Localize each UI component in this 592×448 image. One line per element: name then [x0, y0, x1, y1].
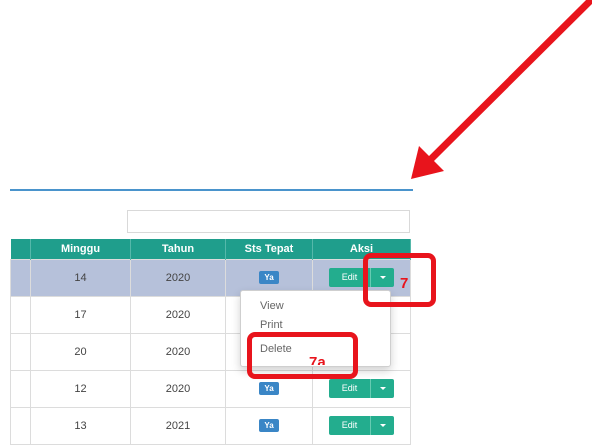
row-blank-cell: [10, 369, 31, 408]
menu-item-print[interactable]: Print: [260, 319, 283, 332]
row-blank-cell: [10, 332, 31, 371]
annotation-step-label: 7: [400, 275, 409, 292]
status-badge: Ya: [259, 419, 279, 432]
caret-down-icon: [380, 424, 386, 427]
section-divider: [10, 189, 413, 191]
row-blank-cell: [10, 406, 31, 445]
table-row: 13 2021 Ya Edit: [10, 406, 411, 445]
tahun-cell: 2020: [130, 369, 226, 408]
search-input[interactable]: [127, 210, 410, 233]
table-header-row: Minggu Tahun Sts Tepat Aksi: [10, 239, 411, 259]
col-header-minggu[interactable]: Minggu: [30, 239, 131, 259]
caret-down-icon: [380, 387, 386, 390]
tahun-cell: 2020: [130, 332, 226, 371]
annotation-arrow-head: [411, 146, 444, 179]
action-button-group: Edit: [329, 416, 394, 435]
status-badge: Ya: [259, 271, 279, 284]
edit-button[interactable]: Edit: [329, 416, 370, 435]
tahun-cell: 2020: [130, 295, 226, 334]
menu-item-view[interactable]: View: [260, 300, 284, 313]
annotation-highlight-delete: [247, 332, 358, 379]
col-header-tahun[interactable]: Tahun: [130, 239, 226, 259]
action-button-group: Edit: [329, 379, 394, 398]
edit-button[interactable]: Edit: [329, 379, 370, 398]
tahun-cell: 2021: [130, 406, 226, 445]
aksi-cell: Edit: [312, 406, 411, 445]
minggu-cell: 14: [30, 258, 131, 297]
annotation-step-label-clip: 7a: [309, 355, 339, 365]
col-header-blank[interactable]: [10, 239, 31, 259]
row-blank-cell: [10, 258, 31, 297]
annotation-arrow-shaft: [424, 0, 592, 166]
sts-tepat-cell: Ya: [225, 406, 313, 445]
col-header-sts-tepat[interactable]: Sts Tepat: [225, 239, 313, 259]
minggu-cell: 12: [30, 369, 131, 408]
action-dropdown-toggle[interactable]: [370, 416, 394, 435]
action-dropdown-toggle[interactable]: [370, 379, 394, 398]
annotation-step-label: 7a: [309, 355, 326, 365]
minggu-cell: 20: [30, 332, 131, 371]
tahun-cell: 2020: [130, 258, 226, 297]
row-blank-cell: [10, 295, 31, 334]
minggu-cell: 13: [30, 406, 131, 445]
status-badge: Ya: [259, 382, 279, 395]
minggu-cell: 17: [30, 295, 131, 334]
